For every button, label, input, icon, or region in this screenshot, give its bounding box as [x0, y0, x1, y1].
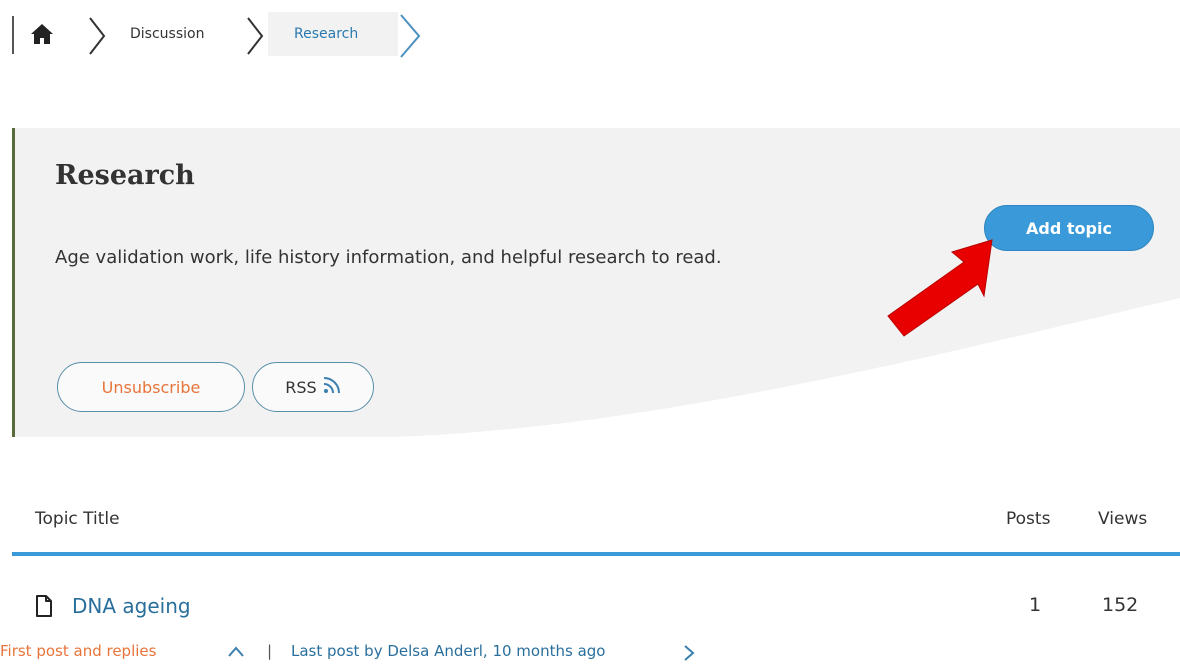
- chevron-right-icon: [86, 14, 108, 62]
- breadcrumb-divider: [12, 16, 14, 54]
- table-header-divider: [12, 552, 1180, 556]
- home-icon[interactable]: [30, 23, 54, 45]
- unsubscribe-label: Unsubscribe: [101, 377, 201, 397]
- column-header-topic-title[interactable]: Topic Title: [35, 509, 120, 529]
- chevron-right-icon: [244, 14, 266, 62]
- add-topic-label: Add topic: [1026, 218, 1112, 238]
- topic-views-count: 152: [1102, 594, 1139, 616]
- breadcrumb-discussion[interactable]: Discussion: [130, 26, 204, 42]
- unsubscribe-button[interactable]: Unsubscribe: [57, 362, 245, 412]
- add-topic-button[interactable]: Add topic: [984, 205, 1154, 251]
- document-icon: [35, 594, 53, 622]
- breadcrumb: Discussion Research: [0, 0, 1180, 70]
- rss-button[interactable]: RSS: [252, 362, 374, 412]
- panel-left-border: [12, 128, 15, 437]
- column-header-posts[interactable]: Posts: [1006, 509, 1050, 529]
- chevron-up-icon[interactable]: [226, 644, 246, 664]
- topic-meta: First post and replies | Last post by De…: [0, 642, 1180, 666]
- rss-label: RSS: [285, 377, 317, 397]
- forum-description: Age validation work, life history inform…: [55, 247, 722, 268]
- column-header-views[interactable]: Views: [1098, 509, 1147, 529]
- page-title: Research: [55, 160, 195, 191]
- topic-title-link[interactable]: DNA ageing: [72, 594, 191, 618]
- chevron-right-icon: [398, 12, 422, 64]
- breadcrumb-research[interactable]: Research: [294, 26, 358, 42]
- topic-posts-count: 1: [1029, 594, 1042, 616]
- chevron-right-icon[interactable]: [682, 644, 696, 666]
- last-post-link[interactable]: Last post by Delsa Anderl, 10 months ago: [291, 642, 605, 660]
- meta-separator: |: [267, 642, 273, 660]
- first-post-link[interactable]: First post and replies: [0, 642, 156, 660]
- rss-icon: [323, 376, 341, 398]
- red-arrow-annotation-icon: [880, 232, 1000, 346]
